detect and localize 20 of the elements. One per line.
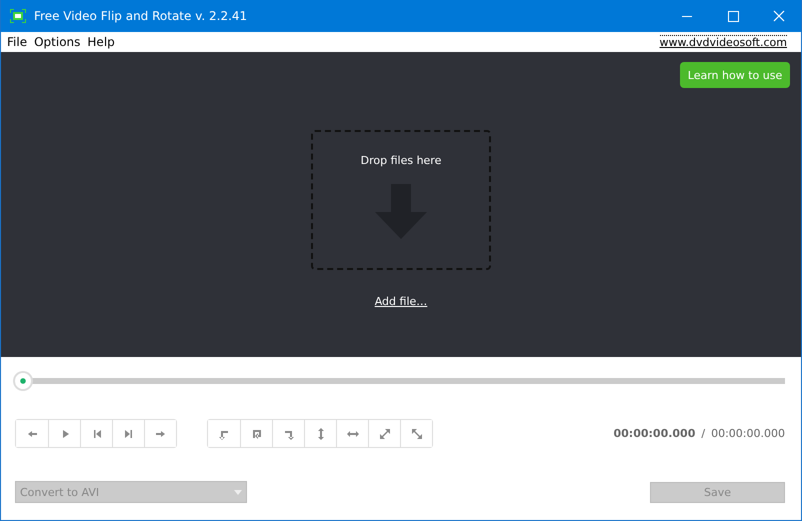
slider-handle[interactable] [15, 373, 31, 389]
drop-zone[interactable]: Drop files here [311, 130, 491, 270]
window-title: Free Video Flip and Rotate v. 2.2.41 [34, 9, 248, 23]
total-time: 00:00:00.000 [711, 427, 785, 440]
rotate-180-icon [250, 428, 262, 440]
menu-item[interactable]: Help [87, 35, 115, 49]
app-icon [10, 9, 26, 23]
dropdown-caret-icon [234, 490, 242, 494]
website-link[interactable]: www.dvdvideosoft.com [660, 35, 787, 49]
diagonal-arrow-icon [378, 428, 390, 440]
time-separator: / [701, 427, 706, 440]
add-file-link[interactable]: Add file… [374, 295, 428, 308]
diagonal-arrow-button[interactable] [400, 420, 432, 447]
forward-arrow-button[interactable] [144, 420, 176, 447]
next-icon [122, 428, 134, 440]
menu-item[interactable]: Options [34, 35, 80, 49]
menu-item[interactable]: File [7, 35, 28, 49]
diagonal-arrow-icon [410, 428, 422, 440]
current-time: 00:00:00.000 [614, 427, 696, 440]
drop-label: Drop files here [360, 154, 442, 167]
